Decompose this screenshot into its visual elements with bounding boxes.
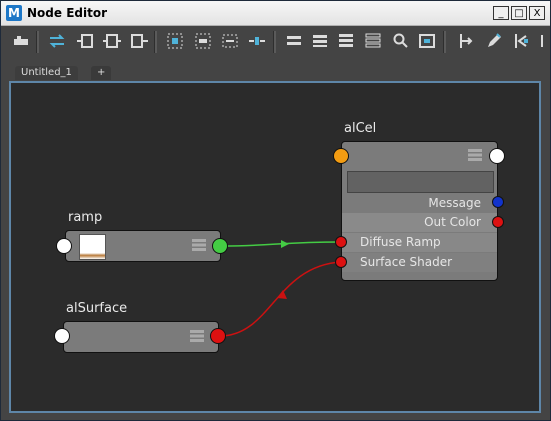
port-message[interactable] [492,196,504,208]
frame-all-icon[interactable] [165,31,185,51]
connection-arrow [281,240,289,248]
title-bar[interactable]: M Node Editor _ □ X [1,1,550,26]
maximize-button[interactable]: □ [511,6,527,20]
node-alsurface[interactable] [63,321,219,353]
custom-mode-icon[interactable] [363,31,383,51]
search-icon[interactable] [391,31,411,51]
maya-icon: M [6,5,22,21]
stack-icon [468,148,482,162]
graph-canvas[interactable]: alCel Message Out Color Diffuse Ramp Sur… [9,81,541,413]
node-editor-window: M Node Editor _ □ X Untitled_1 + alCel M… [0,0,551,421]
port-out-color[interactable] [492,216,504,228]
alcel-output-port[interactable] [489,148,505,164]
node-ramp[interactable] [65,230,221,262]
connection-arrow [277,290,287,299]
alcel-input-port[interactable] [333,148,349,164]
swap-arrows-icon[interactable] [47,31,67,51]
node-alcel[interactable]: Message Out Color Diffuse Ramp Surface S… [341,141,498,281]
toolbar [1,26,550,57]
attr-out-color[interactable]: Out Color [342,213,497,232]
close-button[interactable]: X [529,6,545,20]
graph-snapshot-icon[interactable] [417,31,437,51]
attr-surface-shader[interactable]: Surface Shader [342,253,497,272]
tab-untitled-1[interactable]: Untitled_1 [15,66,78,80]
minimize-button[interactable]: _ [493,6,509,20]
bookmark-icon[interactable] [511,31,531,51]
toolbar-separator [36,31,39,53]
stack-icon [192,238,206,252]
clear-graph-icon[interactable] [220,31,240,51]
stack-icon [190,329,204,343]
alsurface-output-port[interactable] [210,328,226,344]
output-connections-icon[interactable] [129,31,149,51]
attr-diffuse-ramp[interactable]: Diffuse Ramp [342,233,497,252]
full-mode-icon[interactable] [336,31,356,51]
edit-icon[interactable] [484,31,504,51]
pin-icon[interactable] [456,31,476,51]
ramp-output-port[interactable] [212,238,228,254]
toolbar-separator [273,31,276,53]
simple-mode-icon[interactable] [284,31,304,51]
port-diffuse-ramp[interactable] [335,236,347,248]
toolbar-overflow-icon[interactable] [536,31,548,51]
toolbar-separator [154,31,157,53]
layout-icon[interactable] [247,31,267,51]
connection-alsurface-to-surface-shader[interactable] [219,261,342,337]
swatch-area [347,171,494,193]
tab-bar: Untitled_1 + [1,58,550,81]
port-surface-shader[interactable] [335,256,347,268]
attr-message[interactable]: Message [342,194,497,213]
toolbar-separator [443,31,446,53]
input-output-connections-icon[interactable] [102,31,122,51]
frame-selected-icon[interactable] [193,31,213,51]
graph-input-output-icon[interactable] [11,31,31,51]
ramp-swatch [79,234,106,260]
node-title-ramp: ramp [68,210,103,225]
add-tab-button[interactable]: + [91,66,112,80]
window-title: Node Editor [27,6,107,20]
input-connections-icon[interactable] [75,31,95,51]
alsurface-input-port[interactable] [54,328,70,344]
node-title-alsurface: alSurface [66,301,128,316]
ramp-input-port[interactable] [56,238,72,254]
node-title-alcel: alCel [344,121,377,136]
connected-mode-icon[interactable] [310,31,330,51]
